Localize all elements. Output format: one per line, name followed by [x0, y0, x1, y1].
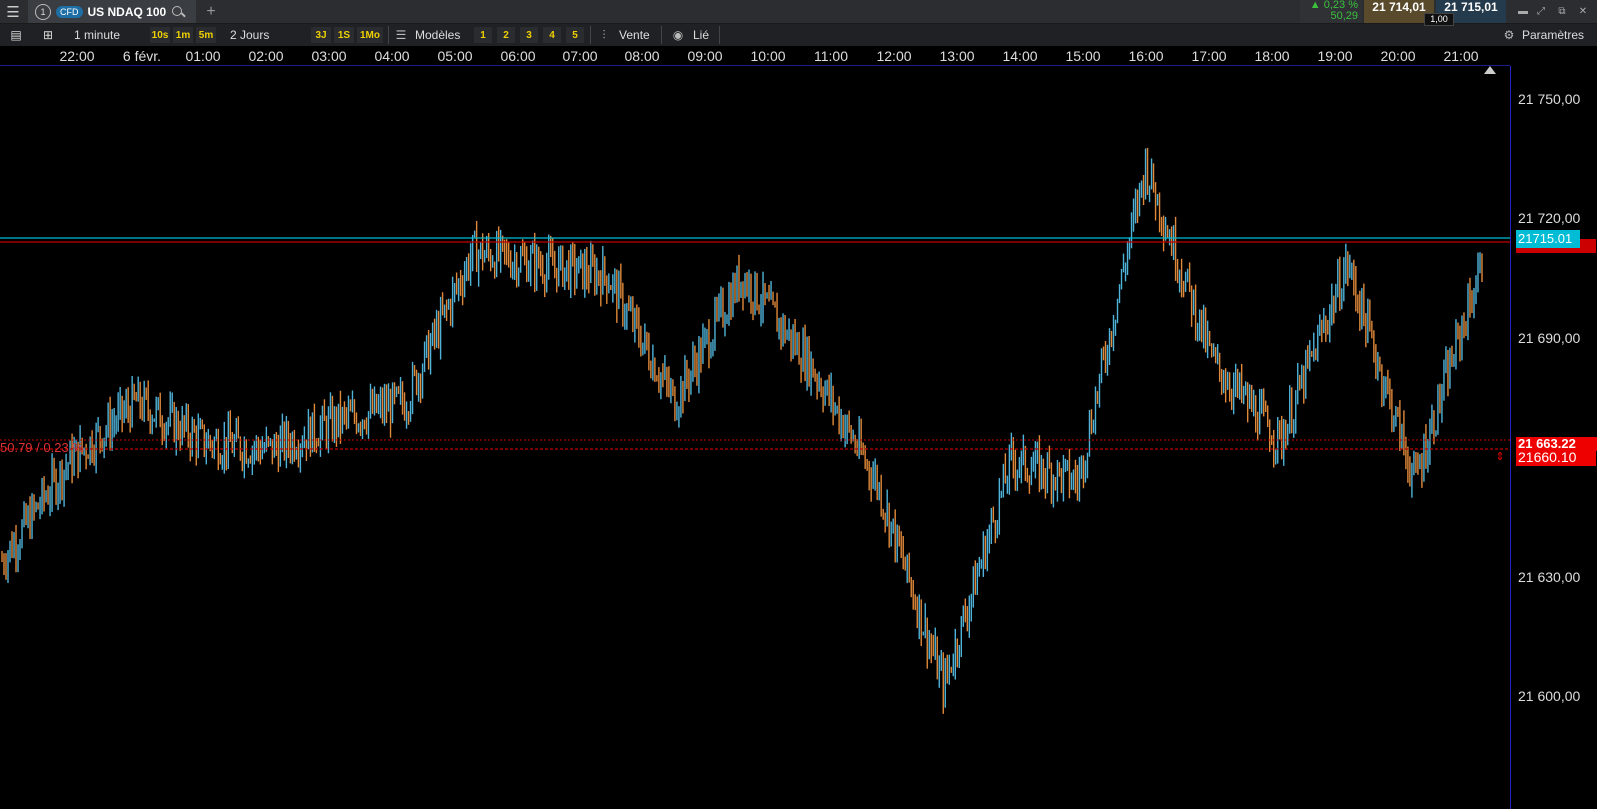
time-tick: 05:00	[437, 48, 473, 64]
drag-handle-icon[interactable]: ⇕	[1494, 450, 1506, 463]
scroll-up-icon[interactable]	[1484, 66, 1496, 74]
close-icon[interactable]: ✕	[1574, 2, 1592, 20]
interval-5m[interactable]: 5m	[196, 27, 216, 43]
time-tick: 13:00	[939, 48, 975, 64]
linked-button[interactable]: Lié	[693, 24, 709, 46]
templates-button[interactable]: Modèles	[415, 24, 460, 46]
side-button[interactable]: Vente	[619, 24, 650, 46]
price-tick: 21 600,00	[1518, 688, 1581, 704]
range-1mo[interactable]: 1Mo	[357, 27, 383, 43]
slot-3[interactable]: 3	[520, 27, 538, 43]
range-1s[interactable]: 1S	[334, 27, 354, 43]
time-tick: 6 févr.	[122, 48, 162, 64]
time-tick: 20:00	[1380, 48, 1416, 64]
price-tick: 21 630,00	[1518, 569, 1581, 585]
slot-4[interactable]: 4	[543, 27, 561, 43]
time-tick: 01:00	[185, 48, 221, 64]
time-tick: 16:00	[1128, 48, 1164, 64]
quantity-field[interactable]: 1,00	[1424, 13, 1454, 26]
time-tick: 11:00	[814, 48, 848, 64]
eye-icon[interactable]: ◉	[670, 24, 686, 46]
time-tick: 10:00	[750, 48, 786, 64]
toolbar-divider	[388, 26, 389, 44]
time-tick: 14:00	[1002, 48, 1038, 64]
time-tick: 03:00	[311, 48, 347, 64]
time-tick: 02:00	[248, 48, 284, 64]
grid-layout-icon[interactable]: ⊞	[38, 24, 58, 46]
time-tick: 15:00	[1065, 48, 1101, 64]
gear-icon[interactable]: ⚙	[1502, 24, 1516, 46]
ask-price-tag: 21715.01	[1516, 230, 1580, 248]
position-level-tag[interactable]: 21660.10	[1516, 448, 1596, 466]
slot-2[interactable]: 2	[497, 27, 515, 43]
time-tick: 09:00	[687, 48, 723, 64]
tab-number-badge: 1	[35, 3, 51, 20]
price-tick: 21 720,00	[1518, 210, 1581, 226]
toolbar-divider	[590, 26, 591, 44]
add-tab-icon[interactable]: +	[202, 0, 220, 23]
time-tick: 12:00	[876, 48, 912, 64]
expand-icon[interactable]: ⤢	[1532, 2, 1550, 20]
interval-1m[interactable]: 1m	[173, 27, 193, 43]
toolbar-divider	[719, 26, 720, 44]
time-tick: 18:00	[1254, 48, 1290, 64]
candle-icon[interactable]: ⫶	[597, 24, 611, 46]
list-icon[interactable]: ▤	[6, 24, 26, 46]
instrument-type-badge: CFD	[56, 5, 83, 18]
range-3j[interactable]: 3J	[311, 27, 331, 43]
range-select[interactable]: 2 Jours	[230, 24, 269, 46]
position-pnl: 50.79 / 0.23 %	[0, 440, 84, 455]
instrument-tab[interactable]: 1 CFD US NDAQ 100	[28, 0, 196, 23]
slot-5[interactable]: 5	[566, 27, 584, 43]
search-icon[interactable]	[172, 5, 184, 18]
settings-button[interactable]: Paramètres	[1522, 24, 1584, 46]
time-tick: 06:00	[500, 48, 536, 64]
price-chart[interactable]	[0, 66, 1510, 809]
time-tick: 08:00	[624, 48, 660, 64]
interval-10s[interactable]: 10s	[150, 27, 170, 43]
price-change: ▲ 0,23 % 50,29	[1300, 0, 1362, 23]
interval-select[interactable]: 1 minute	[74, 24, 120, 46]
time-tick: 07:00	[562, 48, 598, 64]
time-tick: 22:00	[59, 48, 95, 64]
popout-icon[interactable]: ⧉	[1553, 2, 1571, 20]
menu-icon[interactable]: ☰	[0, 0, 26, 23]
time-tick: 17:00	[1191, 48, 1227, 64]
time-tick: 21:00	[1443, 48, 1479, 64]
slot-1[interactable]: 1	[474, 27, 492, 43]
sliders-icon[interactable]: ☰	[394, 24, 408, 46]
instrument-name: US NDAQ 100	[87, 4, 167, 19]
toolbar-divider	[661, 26, 662, 44]
time-tick: 19:00	[1317, 48, 1353, 64]
price-tick: 21 750,00	[1518, 91, 1581, 107]
change-value: 50,29	[1330, 10, 1358, 22]
layout-icon[interactable]: ▬	[1514, 2, 1532, 20]
price-tick: 21 690,00	[1518, 330, 1581, 346]
time-tick: 04:00	[374, 48, 410, 64]
candle-series	[1, 147, 1483, 714]
